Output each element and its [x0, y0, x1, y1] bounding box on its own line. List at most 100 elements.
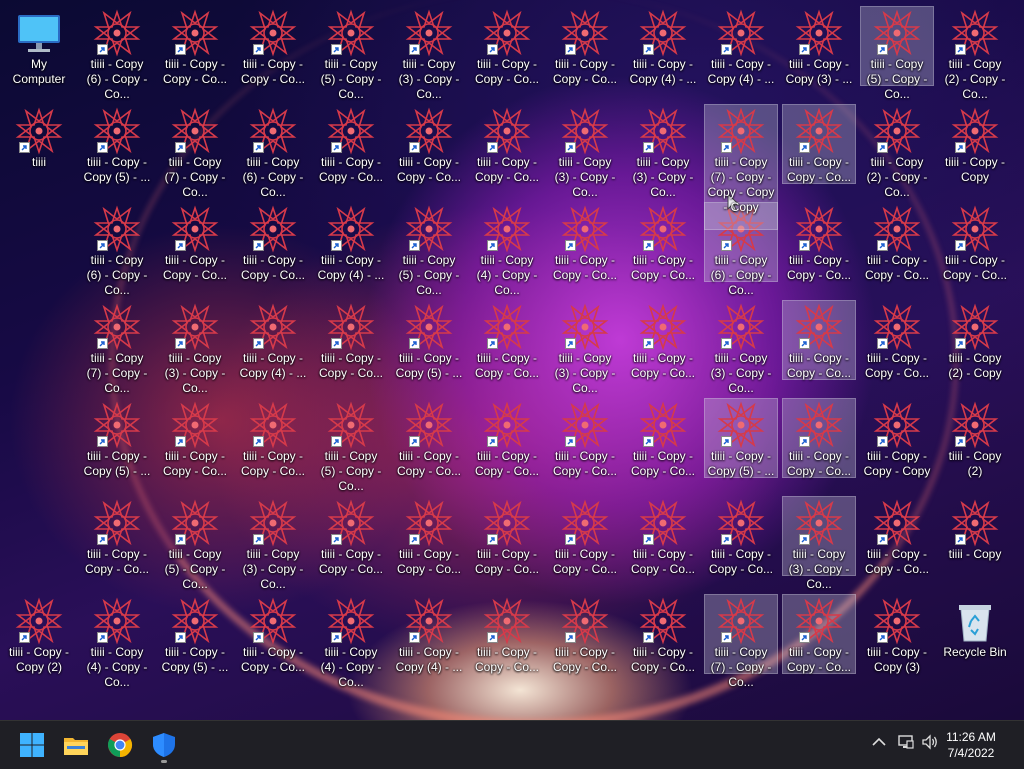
- desktop-shortcut[interactable]: tiiii - Copy - Copy - Co...: [236, 202, 310, 282]
- desktop-shortcut[interactable]: tiiii - Copy: [938, 496, 1012, 576]
- desktop-shortcut[interactable]: tiiii: [2, 104, 76, 184]
- desktop-shortcut[interactable]: tiiii - Copy (3) - Copy - Co...: [392, 6, 466, 101]
- desktop-shortcut[interactable]: tiiii - Copy - Copy (2): [2, 594, 76, 674]
- desktop-shortcut[interactable]: tiiii - Copy (5) - Copy - Co...: [392, 202, 466, 297]
- desktop-shortcut[interactable]: tiiii - Copy - Copy - Co...: [236, 6, 310, 86]
- desktop-shortcut[interactable]: tiiii - Copy (5) - Copy - Co...: [158, 496, 232, 591]
- desktop-shortcut[interactable]: tiiii - Copy - Copy - Co...: [158, 6, 232, 86]
- desktop[interactable]: My Computer tiiii - Copy (6) - Copy - Co.…: [0, 0, 1024, 720]
- desktop-shortcut[interactable]: tiiii - Copy - Copy - Co...: [626, 300, 700, 380]
- desktop-shortcut[interactable]: tiiii - Copy - Copy - Co...: [860, 202, 934, 282]
- desktop-shortcut[interactable]: tiiii - Copy - Copy - Co...: [158, 202, 232, 282]
- desktop-shortcut[interactable]: tiiii - Copy - Copy - Copy: [860, 398, 934, 478]
- desktop-shortcut[interactable]: tiiii - Copy - Copy - Co...: [314, 496, 388, 576]
- desktop-shortcut[interactable]: tiiii - Copy (7) - Copy - Co...: [158, 104, 232, 199]
- desktop-shortcut[interactable]: tiiii - Copy - Copy - Co...: [860, 300, 934, 380]
- desktop-shortcut[interactable]: tiiii - Copy - Copy - Co...: [392, 496, 466, 576]
- desktop-shortcut[interactable]: tiiii - Copy (3) - Copy - Co...: [626, 104, 700, 199]
- desktop-shortcut[interactable]: tiiii - Copy - Copy - Co...: [236, 398, 310, 478]
- desktop-shortcut[interactable]: tiiii - Copy - Copy - Co...: [626, 398, 700, 478]
- desktop-shortcut[interactable]: tiiii - Copy (2) - Copy - Co...: [938, 6, 1012, 101]
- desktop-shortcut[interactable]: tiiii - Copy (3) - Copy - Co...: [236, 496, 310, 591]
- desktop-shortcut[interactable]: tiiii - Copy - Copy - Co...: [938, 202, 1012, 282]
- desktop-shortcut[interactable]: tiiii - Copy - Copy (4) - ...: [236, 300, 310, 380]
- desktop-shortcut[interactable]: tiiii - Copy - Copy (5) - ...: [392, 300, 466, 380]
- desktop-shortcut[interactable]: tiiii - Copy - Copy (5) - ...: [704, 398, 778, 478]
- desktop-shortcut[interactable]: tiiii - Copy - Copy - Co...: [314, 104, 388, 184]
- desktop-shortcut[interactable]: tiiii - Copy - Copy (4) - ...: [392, 594, 466, 674]
- desktop-shortcut[interactable]: tiiii - Copy - Copy - Co...: [548, 6, 622, 86]
- desktop-shortcut[interactable]: tiiii - Copy (4) - Copy - Co...: [314, 594, 388, 689]
- desktop-shortcut[interactable]: tiiii - Copy (2) - Copy - Co...: [860, 104, 934, 199]
- desktop-shortcut[interactable]: tiiii - Copy (7) - Copy - Co...: [704, 594, 778, 689]
- desktop-shortcut[interactable]: tiiii - Copy - Copy - Co...: [548, 398, 622, 478]
- desktop-shortcut[interactable]: tiiii - Copy - Copy - Co...: [470, 496, 544, 576]
- network-button[interactable]: [897, 733, 919, 755]
- desktop-shortcut[interactable]: tiiii - Copy - Copy - Co...: [470, 104, 544, 184]
- desktop-shortcut[interactable]: tiiii - Copy (2): [938, 398, 1012, 478]
- desktop-shortcut[interactable]: tiiii - Copy - Copy - Co...: [782, 104, 856, 184]
- desktop-shortcut[interactable]: tiiii - Copy (3) - Copy - Co...: [704, 300, 778, 395]
- desktop-shortcut[interactable]: tiiii - Copy - Copy - Co...: [782, 202, 856, 282]
- desktop-shortcut[interactable]: tiiii - Copy - Copy - Co...: [470, 300, 544, 380]
- shortcut-star-icon: [93, 597, 141, 645]
- desktop-shortcut[interactable]: tiiii - Copy - Copy (4) - ...: [314, 202, 388, 282]
- desktop-shortcut[interactable]: tiiii - Copy (4) - Copy - Co...: [470, 202, 544, 297]
- desktop-shortcut[interactable]: tiiii - Copy (5) - Copy - Co...: [314, 6, 388, 101]
- desktop-shortcut[interactable]: tiiii - Copy - Copy - Co...: [626, 594, 700, 674]
- icon-label: tiiii - Copy - Copy - Co...: [474, 351, 540, 380]
- desktop-shortcut[interactable]: tiiii - Copy - Copy - Co...: [782, 398, 856, 478]
- system-clock[interactable]: 11:26 AM 7/4/2022: [936, 729, 1006, 761]
- desktop-shortcut[interactable]: tiiii - Copy - Copy (3) - ...: [782, 6, 856, 86]
- icon-label: tiiii - Copy - Copy (3): [866, 645, 927, 674]
- desktop-shortcut[interactable]: tiiii - Copy - Copy (5) - ...: [80, 104, 154, 184]
- desktop-shortcut[interactable]: tiiii - Copy - Copy - Co...: [548, 594, 622, 674]
- desktop-shortcut[interactable]: tiiii - Copy - Copy - Co...: [314, 300, 388, 380]
- desktop-shortcut[interactable]: tiiii - Copy (7) - Copy - Copy - Copy - …: [704, 104, 778, 230]
- defender-button[interactable]: [146, 727, 182, 763]
- desktop-shortcut[interactable]: tiiii - Copy (6) - Copy - Co...: [236, 104, 310, 199]
- desktop-shortcut[interactable]: tiiii - Copy (6) - Copy - Co...: [80, 6, 154, 101]
- recycle-bin-icon-item[interactable]: Recycle Bin: [938, 594, 1012, 674]
- desktop-shortcut[interactable]: tiiii - Copy (7) - Copy - Co...: [80, 300, 154, 395]
- desktop-shortcut[interactable]: tiiii - Copy - Copy - Co...: [704, 496, 778, 576]
- file-explorer-button[interactable]: [58, 727, 94, 763]
- desktop-shortcut[interactable]: tiiii - Copy - Copy - Co...: [236, 594, 310, 674]
- desktop-shortcut[interactable]: tiiii - Copy (4) - Copy - Co...: [80, 594, 154, 689]
- desktop-shortcut[interactable]: tiiii - Copy - Copy (4) - ...: [704, 6, 778, 86]
- desktop-shortcut[interactable]: tiiii - Copy (6) - Copy - Co...: [80, 202, 154, 297]
- desktop-shortcut[interactable]: tiiii - Copy - Copy (3): [860, 594, 934, 674]
- desktop-shortcut[interactable]: tiiii - Copy - Copy: [938, 104, 1012, 184]
- desktop-shortcut[interactable]: tiiii - Copy (5) - Copy - Co...: [314, 398, 388, 493]
- desktop-shortcut[interactable]: tiiii - Copy - Copy (5) - ...: [158, 594, 232, 674]
- desktop-shortcut[interactable]: tiiii - Copy - Copy - Co...: [470, 398, 544, 478]
- tray-overflow-button[interactable]: [870, 733, 892, 755]
- desktop-shortcut[interactable]: tiiii - Copy - Copy - Co...: [548, 496, 622, 576]
- desktop-shortcut[interactable]: tiiii - Copy - Copy - Co...: [392, 398, 466, 478]
- desktop-shortcut[interactable]: tiiii - Copy (3) - Copy - Co...: [548, 104, 622, 199]
- desktop-shortcut[interactable]: tiiii - Copy - Copy - Co...: [626, 202, 700, 282]
- desktop-shortcut[interactable]: tiiii - Copy - Copy - Co...: [470, 594, 544, 674]
- chrome-button[interactable]: [102, 727, 138, 763]
- desktop-shortcut[interactable]: tiiii - Copy - Copy (4) - ...: [626, 6, 700, 86]
- desktop-shortcut[interactable]: tiiii - Copy - Copy - Co...: [548, 202, 622, 282]
- desktop-shortcut[interactable]: tiiii - Copy - Copy - Co...: [392, 104, 466, 184]
- desktop-shortcut[interactable]: tiiii - Copy - Copy - Co...: [80, 496, 154, 576]
- desktop-shortcut[interactable]: tiiii - Copy - Copy - Co...: [470, 6, 544, 86]
- shortcut-arrow-icon: [877, 436, 888, 447]
- desktop-shortcut[interactable]: tiiii - Copy (3) - Copy - Co...: [158, 300, 232, 395]
- desktop-shortcut[interactable]: tiiii - Copy - Copy - Co...: [626, 496, 700, 576]
- desktop-shortcut[interactable]: tiiii - Copy (3) - Copy - Co...: [548, 300, 622, 395]
- desktop-shortcut[interactable]: tiiii - Copy - Copy - Co...: [860, 496, 934, 576]
- desktop-shortcut[interactable]: tiiii - Copy (2) - Copy: [938, 300, 1012, 380]
- start-button[interactable]: [14, 727, 50, 763]
- desktop-shortcut[interactable]: tiiii - Copy (3) - Copy - Co...: [782, 496, 856, 591]
- my-computer-icon-item[interactable]: My Computer: [2, 6, 76, 86]
- shortcut-arrow-icon: [487, 436, 498, 447]
- desktop-shortcut[interactable]: tiiii - Copy (5) - Copy - Co...: [860, 6, 934, 101]
- icon-label: tiiii - Copy (3) - Copy - Co...: [398, 57, 460, 101]
- desktop-shortcut[interactable]: tiiii - Copy - Copy - Co...: [782, 594, 856, 674]
- desktop-shortcut[interactable]: tiiii - Copy - Copy - Co...: [782, 300, 856, 380]
- desktop-shortcut[interactable]: tiiii - Copy - Copy - Co...: [158, 398, 232, 478]
- desktop-shortcut[interactable]: tiiii - Copy - Copy (5) - ...: [80, 398, 154, 478]
